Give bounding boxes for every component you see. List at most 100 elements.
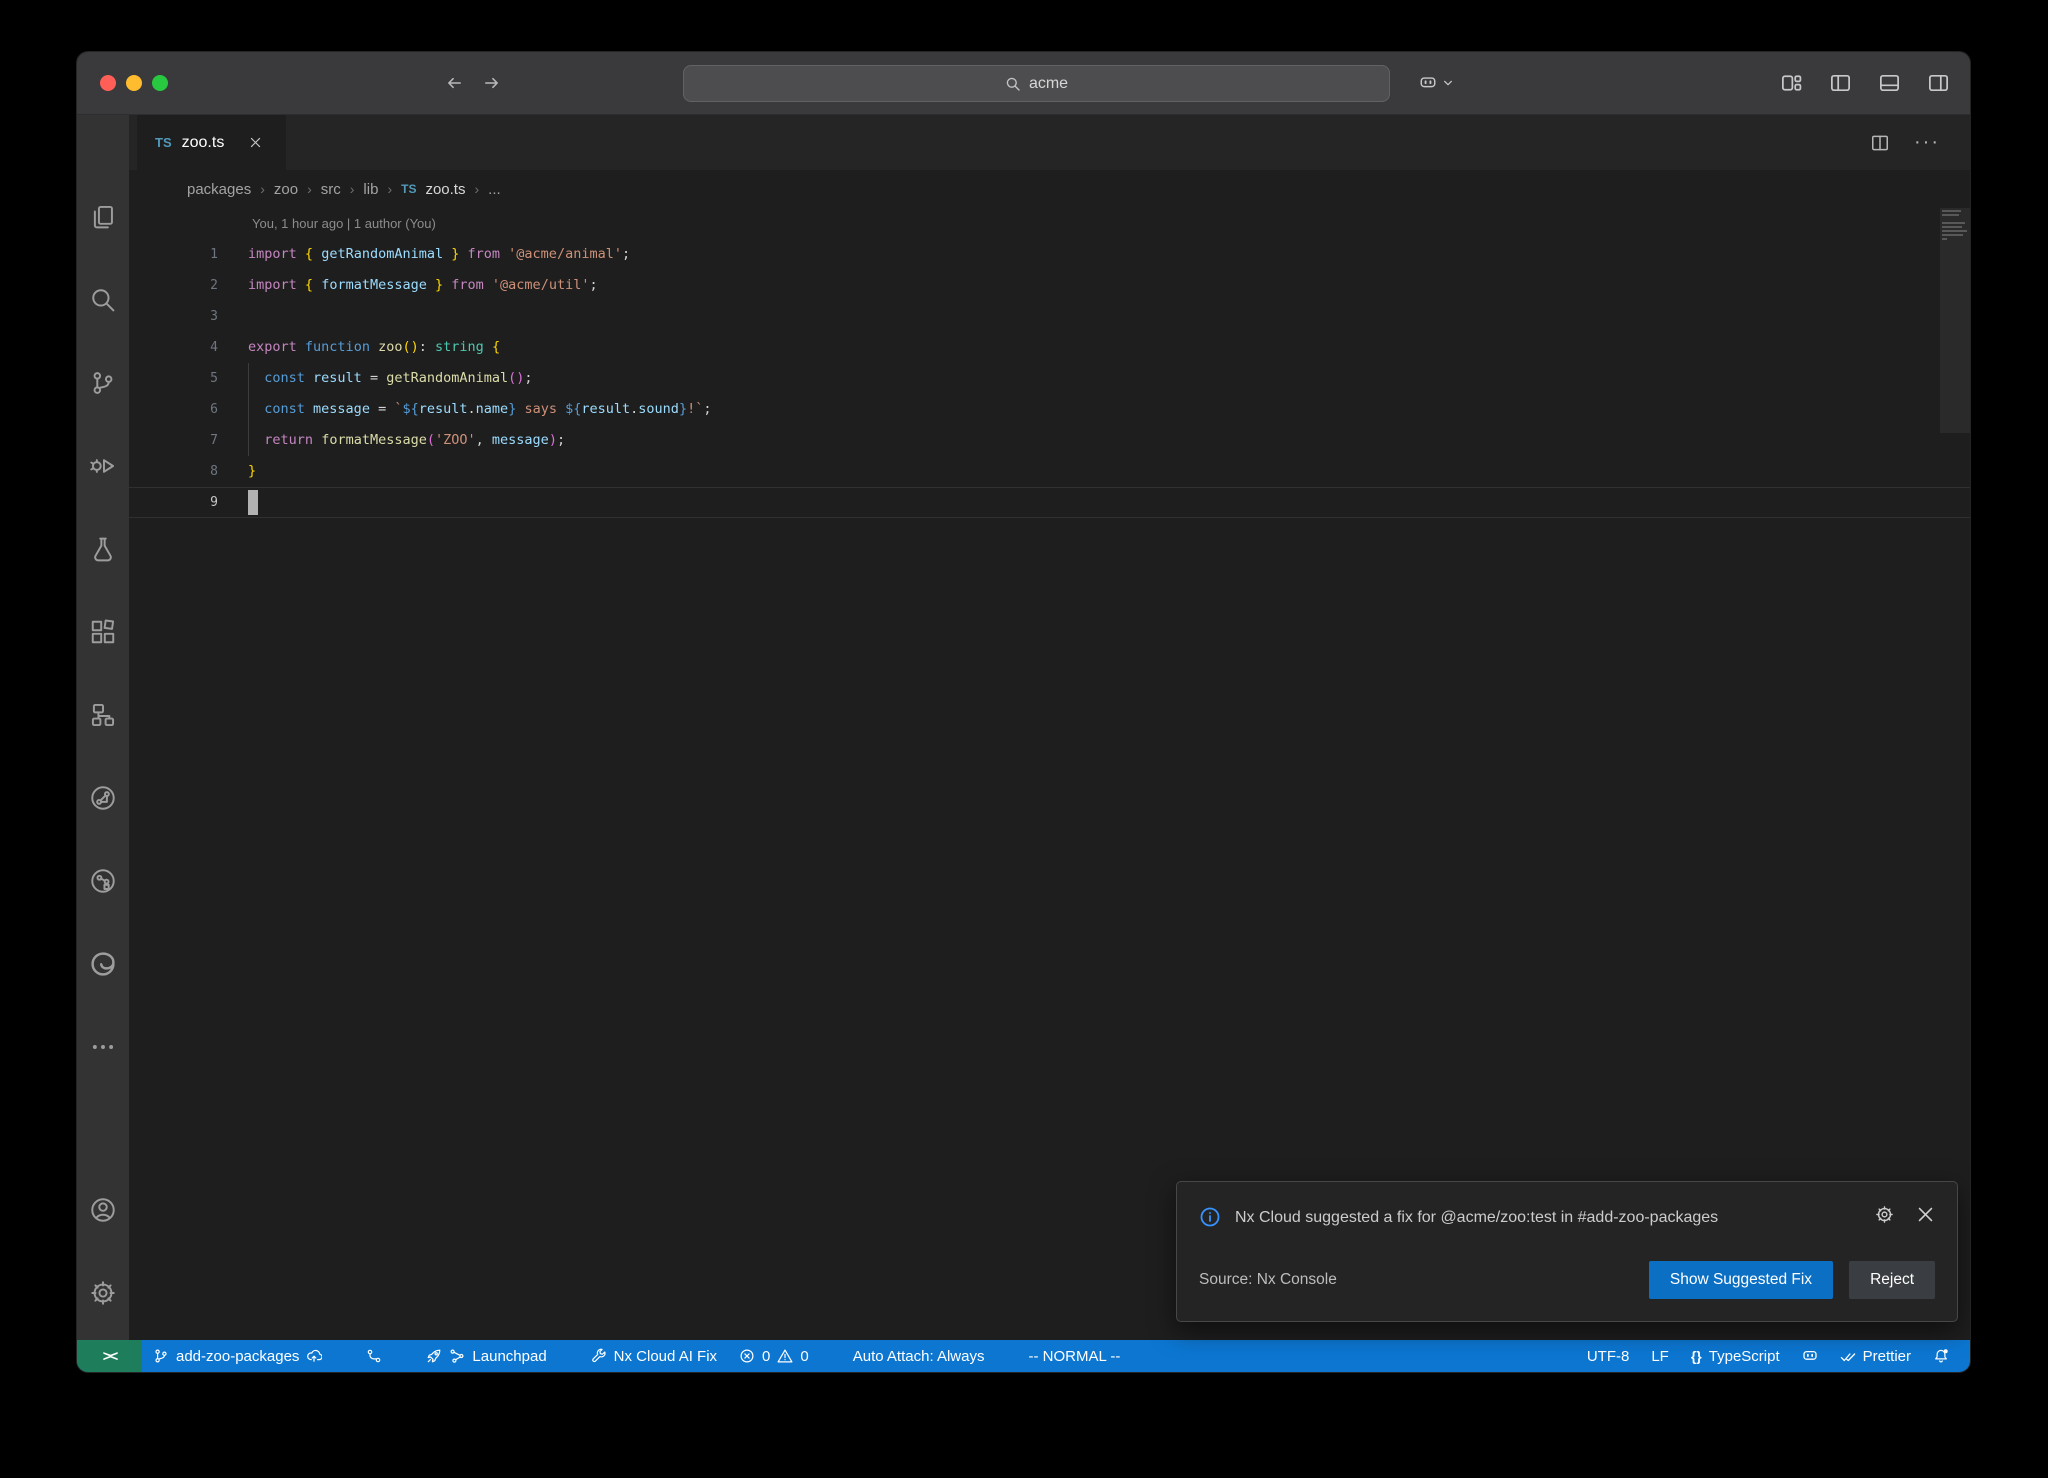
- code-line-content[interactable]: export function zoo(): string {: [248, 332, 1970, 363]
- code-editor[interactable]: You, 1 hour ago | 1 author (You) 1import…: [129, 208, 1970, 1340]
- launchpad-status[interactable]: Launchpad: [415, 1340, 557, 1372]
- activity-nx-console-item[interactable]: [77, 756, 129, 839]
- breadcrumb-separator: ›: [350, 181, 355, 197]
- activity-nx-cloud-item[interactable]: [77, 839, 129, 922]
- remote-indicator[interactable]: ><: [77, 1340, 142, 1372]
- code-line-content[interactable]: }: [248, 456, 1970, 487]
- notification-toast: Nx Cloud suggested a fix for @acme/zoo:t…: [1176, 1181, 1958, 1322]
- tab-label: zoo.ts: [182, 134, 225, 152]
- activity-testing-item[interactable]: [77, 507, 129, 590]
- testing-icon: [90, 536, 116, 562]
- problems-status[interactable]: 00: [728, 1340, 820, 1372]
- notification-close-icon[interactable]: [1916, 1205, 1935, 1224]
- breadcrumb-packages[interactable]: packages: [187, 181, 251, 198]
- code-line-9[interactable]: 9: [129, 487, 1970, 518]
- close-icon: [249, 136, 262, 149]
- code-line-1[interactable]: 1import { getRandomAnimal } from '@acme/…: [129, 239, 1970, 270]
- code-line-content[interactable]: import { formatMessage } from '@acme/uti…: [248, 270, 1970, 301]
- close-tab-button[interactable]: [242, 130, 268, 156]
- breadcrumb-zoo[interactable]: zoo: [274, 181, 298, 198]
- zoom-window-button[interactable]: [152, 75, 168, 91]
- activity-search-item[interactable]: [77, 258, 129, 341]
- line-number: 9: [129, 487, 218, 518]
- code-line-6[interactable]: 6 const message = `${result.name} says $…: [129, 394, 1970, 425]
- breadcrumb-separator: ›: [260, 181, 265, 197]
- activity-settings-gear-item[interactable]: [77, 1251, 129, 1334]
- code-line-content[interactable]: import { getRandomAnimal } from '@acme/a…: [248, 239, 1970, 270]
- copilot-menu[interactable]: [1419, 74, 1454, 92]
- language-status[interactable]: {}TypeScript: [1680, 1340, 1791, 1372]
- code-line-content[interactable]: return formatMessage('ZOO', message);: [248, 425, 1970, 456]
- tab-zoo-ts[interactable]: TS zoo.ts: [137, 115, 286, 170]
- code-line-8[interactable]: 8}: [129, 456, 1970, 487]
- code-line-content[interactable]: [248, 487, 1970, 518]
- minimap-code-line: [1942, 230, 1967, 232]
- show-suggested-fix-button[interactable]: Show Suggested Fix: [1649, 1261, 1833, 1299]
- error-circle-icon: [739, 1348, 755, 1364]
- label: UTF-8: [1587, 1348, 1630, 1365]
- code-line-7[interactable]: 7 return formatMessage('ZOO', message);: [129, 425, 1970, 456]
- command-center-search[interactable]: acme: [683, 65, 1390, 102]
- vim-mode-status[interactable]: -- NORMAL --: [1017, 1340, 1131, 1372]
- line-number: 2: [129, 270, 218, 301]
- cloud-upload-icon: [306, 1348, 322, 1364]
- nx-console-icon: [90, 785, 116, 811]
- code-line-content[interactable]: const result = getRandomAnimal();: [248, 363, 1970, 394]
- notification-settings-gear-icon[interactable]: [1875, 1205, 1894, 1224]
- activity-more-item[interactable]: [77, 1005, 129, 1088]
- eol-status[interactable]: LF: [1640, 1340, 1680, 1372]
- breadcrumb-lib[interactable]: lib: [363, 181, 378, 198]
- label: add-zoo-packages: [176, 1348, 299, 1365]
- split-editor-button[interactable]: [1870, 133, 1890, 153]
- label: TypeScript: [1709, 1348, 1780, 1365]
- customize-layout-button[interactable]: [1780, 72, 1803, 95]
- prettier-status[interactable]: Prettier: [1829, 1340, 1922, 1372]
- activity-run-debug-item[interactable]: [77, 424, 129, 507]
- code-line-3[interactable]: 3: [129, 301, 1970, 332]
- tab-bar: TS zoo.ts ···: [129, 115, 1970, 170]
- ts-file-icon: TS: [401, 182, 416, 196]
- more-actions-button[interactable]: ···: [1914, 131, 1940, 154]
- search-query: acme: [1029, 75, 1068, 93]
- reject-button[interactable]: Reject: [1849, 1261, 1935, 1299]
- minimap[interactable]: [1940, 208, 1970, 1340]
- toggle-primary-sidebar-button[interactable]: [1829, 72, 1852, 95]
- toggle-secondary-sidebar-button[interactable]: [1927, 72, 1950, 95]
- code-line-5[interactable]: 5 const result = getRandomAnimal();: [129, 363, 1970, 394]
- code-line-content[interactable]: const message = `${result.name} says ${r…: [248, 394, 1970, 425]
- toggle-panel-button[interactable]: [1878, 72, 1901, 95]
- warning-triangle-icon: [777, 1348, 793, 1364]
- back-button[interactable]: [445, 74, 463, 92]
- blame-annotation[interactable]: You, 1 hour ago | 1 author (You): [129, 208, 1970, 239]
- wrench-icon: [591, 1348, 607, 1364]
- code-line-2[interactable]: 2 import { formatMessage } from '@acme/ut…: [129, 270, 1970, 301]
- breadcrumb-file[interactable]: zoo.ts: [425, 181, 465, 198]
- bell-dot-icon: [1933, 1348, 1949, 1364]
- close-window-button[interactable]: [100, 75, 116, 91]
- activity-source-control-item[interactable]: [77, 341, 129, 424]
- nx-cloud-ai-fix-status[interactable]: Nx Cloud AI Fix: [580, 1340, 728, 1372]
- code-line-4[interactable]: 4export function zoo(): string {: [129, 332, 1970, 363]
- git-graph-status[interactable]: [355, 1340, 393, 1372]
- code-line-content[interactable]: [248, 301, 1970, 332]
- breadcrumb-src[interactable]: src: [321, 181, 341, 198]
- activity-references-item[interactable]: [77, 673, 129, 756]
- forward-button[interactable]: [483, 74, 501, 92]
- label: -- NORMAL --: [1028, 1348, 1120, 1365]
- breadcrumb-symbol-overflow[interactable]: ...: [488, 181, 501, 198]
- minimize-window-button[interactable]: [126, 75, 142, 91]
- copilot-status[interactable]: [1791, 1340, 1829, 1372]
- encoding-status[interactable]: UTF-8: [1576, 1340, 1641, 1372]
- vscode-window: acme TS zoo.ts ···: [77, 52, 1970, 1372]
- minimap-code-line: [1942, 210, 1961, 212]
- minimap-slider[interactable]: [1940, 208, 1970, 433]
- activity-files-item[interactable]: [77, 175, 129, 258]
- auto-attach-status[interactable]: Auto Attach: Always: [842, 1340, 996, 1372]
- git-branch-status[interactable]: add-zoo-packages: [142, 1340, 333, 1372]
- extensions-icon: [90, 619, 116, 645]
- search-icon: [1005, 76, 1021, 92]
- activity-extensions-item[interactable]: [77, 590, 129, 673]
- activity-account-item[interactable]: [77, 1168, 129, 1251]
- activity-edge-tools-item[interactable]: [77, 922, 129, 1005]
- notifications-bell[interactable]: [1922, 1340, 1960, 1372]
